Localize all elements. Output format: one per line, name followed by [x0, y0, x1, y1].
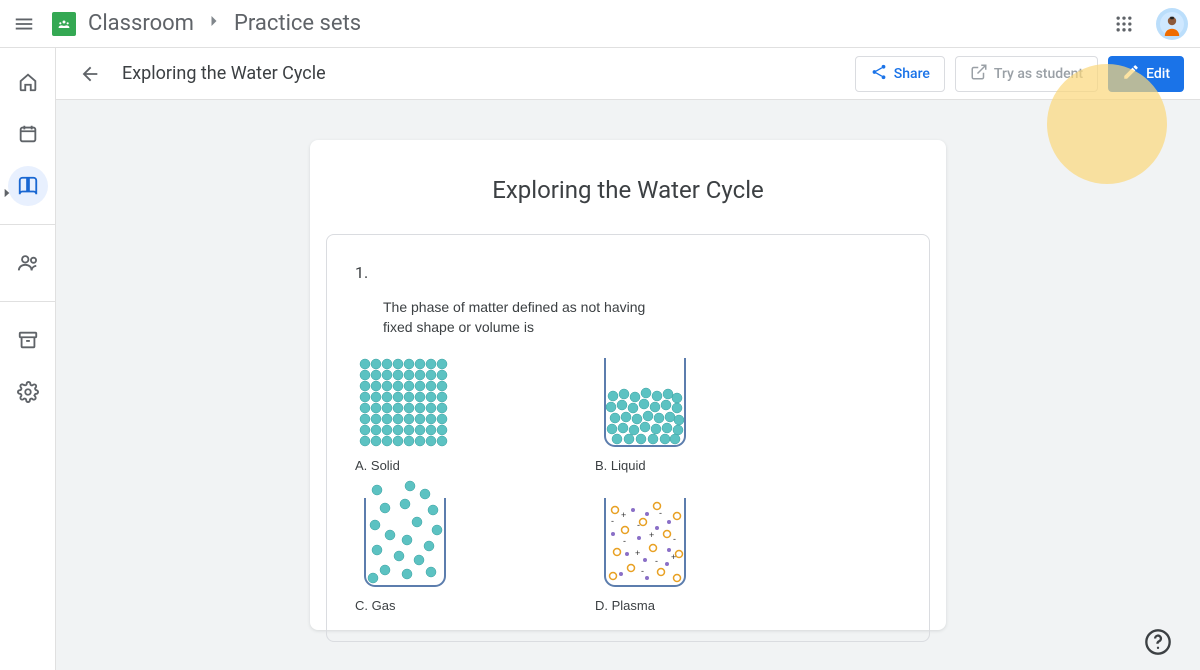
practice-set-document: Exploring the Water Cycle 1. The phase o… [310, 140, 946, 630]
option-a[interactable]: A. Solid [355, 355, 535, 473]
solid-illustration [355, 355, 455, 450]
option-c-label: C. Gas [355, 598, 535, 613]
main-menu-button[interactable] [12, 12, 36, 36]
svg-text:+: + [621, 510, 626, 520]
top-app-bar: Classroom Practice sets [0, 0, 1200, 48]
nav-people[interactable] [8, 243, 48, 283]
gas-illustration [355, 495, 455, 590]
option-d-label: D. Plasma [595, 598, 775, 613]
rail-divider [0, 301, 55, 302]
page-header: Exploring the Water Cycle Share Try as s… [56, 48, 1200, 100]
breadcrumb-practice-sets[interactable]: Practice sets [234, 11, 361, 36]
option-b-label: B. Liquid [595, 458, 775, 473]
share-button-label: Share [894, 66, 930, 82]
svg-text:-: - [659, 508, 662, 518]
nav-archive[interactable] [8, 320, 48, 360]
page-title: Exploring the Water Cycle [122, 63, 326, 84]
svg-text:-: - [655, 556, 658, 566]
content-area[interactable]: Exploring the Water Cycle 1. The phase o… [56, 100, 1200, 670]
document-title: Exploring the Water Cycle [310, 176, 946, 204]
help-button[interactable] [1144, 628, 1172, 656]
back-button[interactable] [72, 56, 108, 92]
try-as-student-button[interactable]: Try as student [955, 56, 1098, 92]
option-a-label: A. Solid [355, 458, 535, 473]
try-as-student-label: Try as student [994, 66, 1083, 82]
rail-expand-handle[interactable] [0, 185, 10, 201]
classroom-logo-icon [52, 12, 76, 36]
main-area: Exploring the Water Cycle Share Try as s… [56, 48, 1200, 670]
nav-settings[interactable] [8, 372, 48, 412]
account-avatar[interactable] [1156, 8, 1188, 40]
edit-button[interactable]: Edit [1108, 56, 1184, 92]
breadcrumb-classroom[interactable]: Classroom [88, 11, 194, 36]
svg-text:+: + [635, 548, 640, 558]
chevron-right-icon [204, 11, 224, 37]
svg-text:-: - [673, 534, 676, 544]
rail-divider [0, 224, 55, 225]
open-in-new-icon [970, 63, 988, 85]
question-number: 1. [355, 263, 901, 282]
svg-text:-: - [641, 566, 644, 576]
plasma-illustration: ++++ ------- [595, 495, 695, 590]
liquid-illustration [595, 355, 695, 450]
option-d[interactable]: ++++ ------- D. Plasma [595, 495, 775, 613]
share-icon [870, 63, 888, 85]
option-c[interactable]: C. Gas [355, 495, 535, 613]
google-apps-button[interactable] [1112, 12, 1136, 36]
answer-options-grid: A. Solid [355, 355, 901, 613]
svg-text:+: + [671, 552, 676, 562]
share-button[interactable]: Share [855, 56, 945, 92]
option-b[interactable]: B. Liquid [595, 355, 775, 473]
question-text: The phase of matter defined as not havin… [383, 298, 663, 337]
edit-button-label: Edit [1146, 66, 1170, 82]
svg-text:+: + [649, 530, 654, 540]
svg-text:-: - [637, 520, 640, 530]
svg-text:-: - [623, 536, 626, 546]
side-navigation-rail [0, 48, 56, 670]
breadcrumb: Classroom Practice sets [88, 11, 361, 37]
nav-calendar[interactable] [8, 114, 48, 154]
question-card-1: 1. The phase of matter defined as not ha… [326, 234, 930, 642]
header-actions: Share Try as student Edit [855, 56, 1184, 92]
edit-icon [1122, 63, 1140, 85]
svg-text:-: - [611, 516, 614, 526]
nav-home[interactable] [8, 62, 48, 102]
